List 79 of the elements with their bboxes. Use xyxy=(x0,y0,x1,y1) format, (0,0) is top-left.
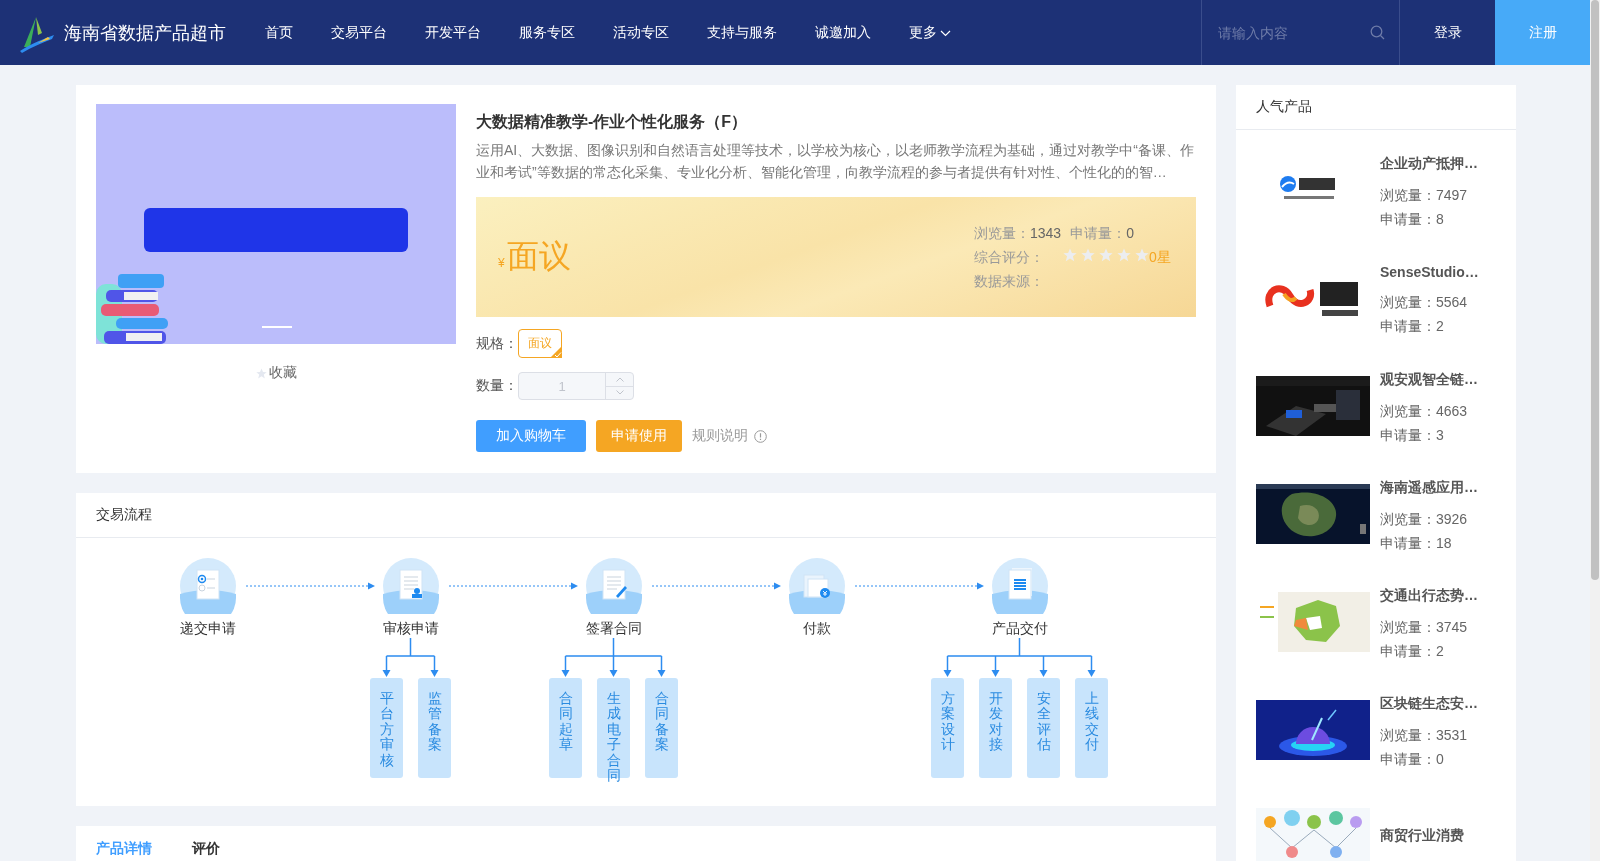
product-link[interactable]: 商贸行业消费 xyxy=(1380,827,1464,845)
stat-value: 0 xyxy=(1126,223,1134,243)
stat-label: 申请量： xyxy=(1070,223,1127,243)
product-link[interactable]: SenseStudio… xyxy=(1380,264,1479,280)
product-link[interactable]: 企业动产抵押… xyxy=(1380,155,1478,173)
check-icon xyxy=(550,346,562,358)
down-icon xyxy=(615,390,624,396)
star-icon xyxy=(1063,247,1077,262)
product-title: 大数据精准教学-作业个性化服务（F） xyxy=(476,112,749,132)
spec-label: 规格： xyxy=(476,334,518,353)
quantity-label: 数量： xyxy=(476,377,518,395)
nav-link[interactable]: 更多 xyxy=(890,23,970,42)
step-label: 递交申请 xyxy=(179,620,236,638)
stat-label: 浏览量： xyxy=(974,223,1030,243)
step-icon xyxy=(585,558,642,614)
application-count: 申请量：3 xyxy=(1380,426,1445,445)
product-link[interactable]: 交通出行态势… xyxy=(1380,587,1478,605)
favorite-button[interactable]: 收藏 xyxy=(255,364,297,382)
tab[interactable]: 评价 xyxy=(192,840,220,861)
step-label: 产品交付 xyxy=(991,620,1048,638)
product-link[interactable]: 海南遥感应用… xyxy=(1380,479,1478,497)
application-count: 申请量：18 xyxy=(1380,534,1453,553)
currency-symbol: ¥ xyxy=(498,256,505,270)
sub-step: 合同备案 xyxy=(645,678,678,778)
view-count: 浏览量：4663 xyxy=(1380,402,1469,421)
star-icon xyxy=(1081,247,1095,262)
star-icon xyxy=(1117,247,1131,262)
info-icon xyxy=(754,429,767,443)
product-description: 运用AI、大数据、图像识别和自然语言处理等技术，以学校为核心，以老师教学流程为基础，通过对教学中“备课、作业和考试”等数据的常态化采集、专业化分析、智能化管理，向教学流程的参与者提供有针对性、个性化的的智… xyxy=(476,141,1195,182)
nav-link[interactable]: 诚邀加入 xyxy=(796,23,890,42)
step-label: 签署合同 xyxy=(585,620,642,638)
step-icon xyxy=(179,558,236,614)
up-icon xyxy=(615,376,624,382)
stat-label: 数据来源： xyxy=(974,271,1044,291)
nav-link[interactable]: 支持与服务 xyxy=(688,23,796,42)
nav-link[interactable]: 服务专区 xyxy=(500,23,594,42)
application-count: 申请量：2 xyxy=(1380,642,1445,661)
search-field[interactable]: 请输入内容 xyxy=(1216,23,1364,42)
nav-link[interactable]: 活动专区 xyxy=(594,23,688,42)
nav-link[interactable]: 开发平台 xyxy=(406,23,500,42)
step-label: 审核申请 xyxy=(382,620,439,638)
price: 面议 xyxy=(506,237,571,276)
section-title: 人气产品 xyxy=(1236,85,1516,130)
star-icon xyxy=(1135,247,1149,262)
application-count: 申请量：0 xyxy=(1380,750,1445,769)
rating-text: 0星 xyxy=(1149,247,1171,267)
view-count: 浏览量：3926 xyxy=(1380,510,1469,529)
step-label: 付款 xyxy=(802,620,831,638)
star-icon xyxy=(255,367,267,379)
view-count: 浏览量：5564 xyxy=(1380,293,1469,312)
star-icon xyxy=(1099,247,1113,262)
view-count: 浏览量：3531 xyxy=(1380,726,1469,745)
sub-step: 上线交付 xyxy=(1075,678,1108,778)
stat-value: 1343 xyxy=(1030,223,1062,243)
view-count: 浏览量：3745 xyxy=(1380,618,1469,637)
stat-label: 综合评分： xyxy=(974,247,1044,267)
product-link[interactable]: 区块链生态安… xyxy=(1380,695,1478,713)
caret-icon xyxy=(940,28,951,37)
scrollbar[interactable] xyxy=(1590,0,1600,861)
application-count: 申请量：8 xyxy=(1380,210,1445,229)
sub-step: 平台方审核 xyxy=(370,678,403,778)
sub-step: 方案设计 xyxy=(931,678,964,778)
section-title: 交易流程 xyxy=(76,493,1216,538)
login-button[interactable]: 登录 xyxy=(1400,0,1495,65)
product-link[interactable]: 观安观智全链… xyxy=(1380,371,1478,389)
search-icon xyxy=(1370,25,1385,40)
carousel-indicator[interactable] xyxy=(262,326,292,328)
step-icon xyxy=(991,558,1048,614)
nav-link[interactable]: 交易平台 xyxy=(312,23,406,42)
sub-step: 合同起草 xyxy=(549,678,582,778)
sub-step: 开发对接 xyxy=(979,678,1012,778)
sub-step: 安全评估 xyxy=(1027,678,1060,778)
view-count: 浏览量：7497 xyxy=(1380,186,1469,205)
application-count: 申请量：2 xyxy=(1380,317,1445,336)
step-icon xyxy=(382,558,439,614)
step-icon xyxy=(788,558,845,614)
site-title: 海南省数据产品超市 xyxy=(64,21,226,45)
sub-step: 监管备案 xyxy=(418,678,451,778)
nav-link[interactable]: 首页 xyxy=(246,23,312,42)
